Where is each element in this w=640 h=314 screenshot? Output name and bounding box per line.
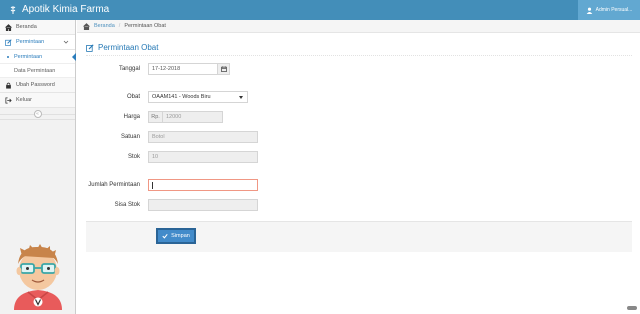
- sidebar-subitem-label: Data Permintaan: [14, 67, 56, 74]
- medical-icon: [10, 6, 16, 14]
- sidebar-subitem-label: Permintaan: [14, 53, 43, 60]
- navbar: Apotik Kimia Farma Admin Persual...: [0, 0, 640, 20]
- jumlah-permintaan-input[interactable]: [148, 179, 258, 191]
- chevron-down-icon: [239, 95, 243, 99]
- obat-select[interactable]: OAAM141 - Woods Biru: [148, 91, 248, 103]
- user-name: Admin Persual...: [595, 7, 633, 13]
- edit-icon: [5, 38, 12, 46]
- sidebar-subitem-data-permintaan[interactable]: Data Permintaan: [0, 64, 75, 78]
- sidebar-item-label: Ubah Password: [16, 82, 55, 88]
- obat-label: Obat: [126, 94, 140, 100]
- chevron-down-icon: [63, 40, 69, 44]
- form-row-stok: Stok 10: [86, 151, 486, 163]
- mascot-illustration: [14, 244, 62, 310]
- sidebar-item-keluar[interactable]: Keluar: [0, 93, 75, 108]
- text-cursor: [152, 181, 153, 189]
- form-row-obat: Obat OAAM141 - Woods Biru: [86, 91, 486, 103]
- brand[interactable]: Apotik Kimia Farma: [8, 4, 109, 16]
- stok-label: Stok: [127, 154, 140, 160]
- breadcrumb: Beranda / Permintaan Obat: [77, 20, 640, 33]
- user-menu[interactable]: Admin Persual...: [578, 0, 640, 20]
- sisa-stok-input: [148, 199, 258, 211]
- sidebar-item-label: Permintaan: [16, 39, 45, 45]
- sidebar: Beranda Permintaan Permintaan Data Permi…: [0, 20, 76, 314]
- harga-currency-prefix: Rp.: [148, 111, 162, 123]
- app-title: Apotik Kimia Farma: [22, 4, 110, 15]
- scrollbar[interactable]: [627, 306, 637, 310]
- breadcrumb-separator: /: [118, 23, 121, 29]
- sidebar-item-ubah-password[interactable]: Ubah Password: [0, 78, 75, 93]
- form-row-satuan: Satuan Botol: [86, 131, 486, 143]
- breadcrumb-home-link[interactable]: Beranda: [94, 23, 115, 29]
- stok-input: 10: [148, 151, 258, 163]
- tanggal-input[interactable]: 17-12-2018: [148, 63, 218, 75]
- sidebar-subitem-permintaan[interactable]: Permintaan: [0, 50, 76, 64]
- page-header: Permintaan Obat: [86, 40, 632, 56]
- harga-label: Harga: [123, 114, 140, 120]
- lock-icon: [6, 82, 11, 89]
- breadcrumb-current: Permintaan Obat: [124, 23, 166, 29]
- harga-input: 12000: [162, 111, 223, 123]
- form-row-jumlah: Jumlah Permintaan: [86, 179, 486, 191]
- satuan-input: Botol: [148, 131, 258, 143]
- calendar-icon: [220, 66, 227, 72]
- edit-icon: [86, 43, 94, 52]
- sisa-label: Sisa Stok: [114, 202, 140, 208]
- sidebar-item-label: Keluar: [16, 97, 32, 103]
- check-icon: [162, 234, 168, 239]
- sidebar-item-beranda[interactable]: Beranda: [0, 20, 75, 35]
- jumlah-label: Jumlah Permintaan: [88, 182, 140, 188]
- sidebar-item-permintaan[interactable]: Permintaan: [0, 35, 75, 50]
- satuan-label: Satuan: [120, 134, 140, 140]
- collapse-icon[interactable]: «: [33, 109, 42, 118]
- user-icon: [586, 7, 592, 14]
- logout-icon: [5, 96, 12, 104]
- sidebar-collapse: «: [0, 108, 75, 120]
- form-row-sisa: Sisa Stok: [86, 199, 486, 211]
- save-button[interactable]: Simpan: [156, 228, 196, 244]
- page-title: Permintaan Obat: [98, 43, 159, 52]
- home-icon: [5, 23, 12, 31]
- form-row-tanggal: Tanggal 17-12-2018: [86, 63, 486, 75]
- home-icon: [83, 22, 90, 30]
- form-row-harga: Harga Rp. 12000: [86, 111, 486, 123]
- calendar-button[interactable]: [218, 63, 230, 75]
- save-button-label: Simpan: [171, 233, 190, 239]
- sidebar-item-label: Beranda: [16, 24, 37, 30]
- form-actions: Simpan: [86, 221, 632, 252]
- obat-selected-value: OAAM141 - Woods Biru: [152, 94, 211, 100]
- tanggal-label: Tanggal: [118, 66, 140, 72]
